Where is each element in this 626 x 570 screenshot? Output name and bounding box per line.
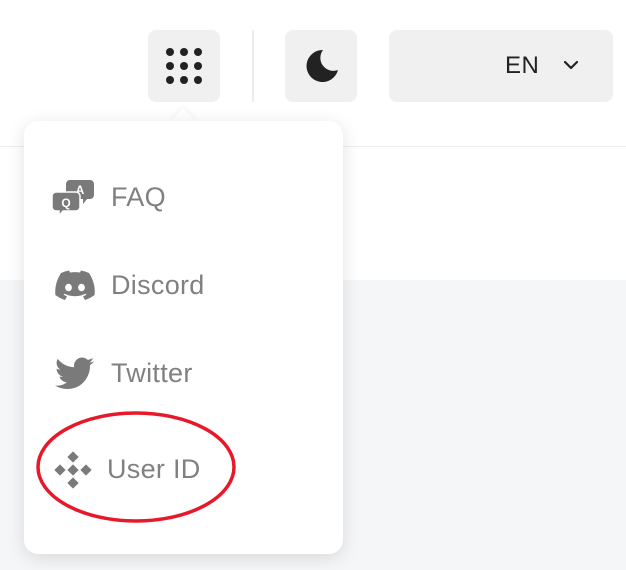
header-divider bbox=[252, 30, 254, 102]
moon-icon bbox=[306, 49, 338, 82]
svg-text:Q: Q bbox=[61, 196, 70, 210]
menu-item-label: FAQ bbox=[111, 182, 166, 212]
menu-item-user-id[interactable]: User ID bbox=[0, 440, 319, 500]
menu-item-discord[interactable]: Discord bbox=[0, 256, 319, 316]
menu-item-faq[interactable]: A Q FAQ bbox=[0, 168, 319, 228]
user-id-diamond-icon bbox=[51, 448, 95, 492]
discord-icon bbox=[53, 264, 97, 308]
apps-menu-button[interactable] bbox=[148, 30, 220, 102]
grid-dots-icon bbox=[166, 48, 202, 84]
twitter-icon bbox=[53, 352, 97, 396]
menu-item-twitter[interactable]: Twitter bbox=[0, 344, 319, 404]
theme-toggle-button[interactable] bbox=[285, 30, 357, 102]
menu-item-label: User ID bbox=[107, 454, 201, 484]
language-select[interactable]: EN bbox=[389, 30, 613, 102]
menu-item-label: Discord bbox=[111, 270, 205, 300]
menu-item-label: Twitter bbox=[111, 358, 193, 388]
chevron-down-icon bbox=[563, 60, 579, 70]
language-selected-value: EN bbox=[505, 52, 540, 79]
faq-qa-icon: A Q bbox=[52, 176, 96, 220]
